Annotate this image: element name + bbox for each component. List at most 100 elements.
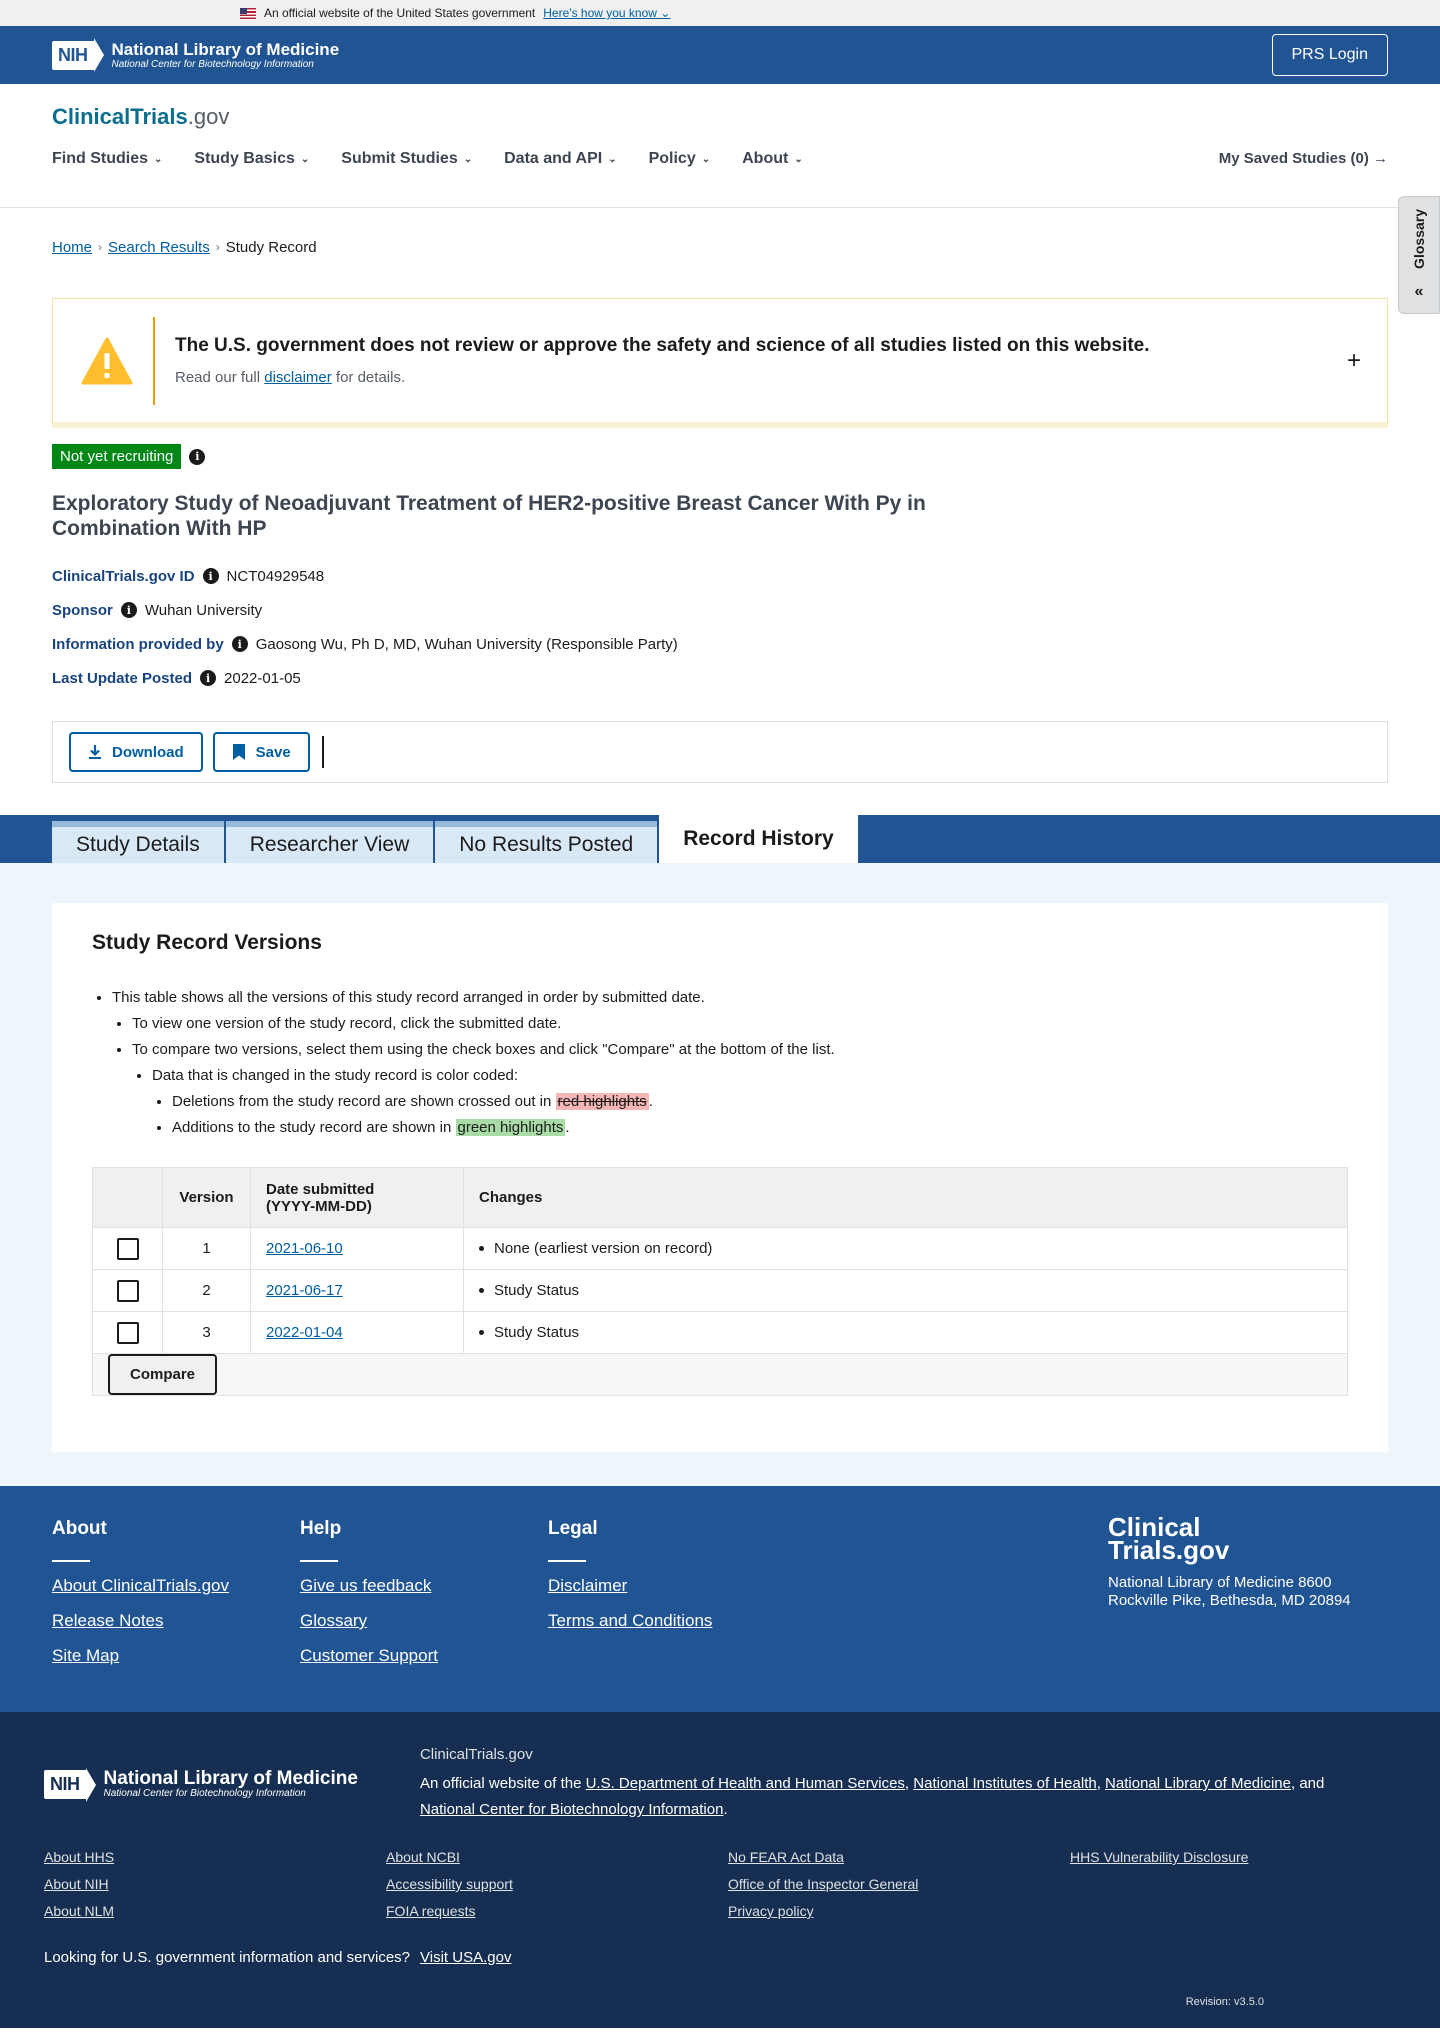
version-checkbox[interactable] bbox=[116, 1237, 139, 1260]
nav-data-api[interactable]: Data and API ⌄ bbox=[504, 150, 616, 168]
save-button[interactable]: Save bbox=[212, 732, 310, 772]
footer-link[interactable]: About HHS bbox=[44, 1849, 386, 1865]
nav-policy[interactable]: Policy ⌄ bbox=[649, 150, 711, 168]
meta-label-provider: Information provided by bbox=[52, 635, 224, 653]
info-icon[interactable]: i bbox=[231, 636, 248, 652]
header-changes: Changes bbox=[463, 1167, 1348, 1228]
version-checkbox[interactable] bbox=[116, 1279, 139, 1302]
nlm-footer: NIH National Library of Medicine Nationa… bbox=[0, 1712, 1440, 2028]
header-date: Date submitted (YYYY-MM-DD) bbox=[250, 1167, 464, 1228]
info-icon[interactable]: i bbox=[120, 602, 137, 618]
glossary-label: Glossary bbox=[1411, 209, 1427, 269]
versions-table: Version Date submitted (YYYY-MM-DD) Chang… bbox=[92, 1167, 1348, 1396]
site-footer: About About ClinicalTrials.gov Release N… bbox=[0, 1486, 1440, 1712]
footer-about: About About ClinicalTrials.gov Release N… bbox=[52, 1518, 300, 1712]
chevron-down-icon: ⌄ bbox=[463, 153, 473, 165]
green-highlight-sample: green highlights bbox=[455, 1119, 566, 1136]
footer-link[interactable]: Terms and Conditions bbox=[548, 1611, 796, 1631]
footer-link[interactable]: About ClinicalTrials.gov bbox=[52, 1576, 300, 1596]
info-icon[interactable]: i bbox=[202, 568, 219, 584]
nav-about[interactable]: About ⌄ bbox=[742, 150, 803, 168]
footer-link[interactable]: Customer Support bbox=[300, 1646, 548, 1666]
site-header: ClinicalTrials.gov Find Studies ⌄ Study B… bbox=[0, 84, 1440, 208]
footer-help: Help Give us feedback Glossary Customer … bbox=[300, 1518, 548, 1712]
tab-study-details[interactable]: Study Details bbox=[52, 821, 224, 863]
version-date-link[interactable]: 2021-06-10 bbox=[266, 1240, 343, 1257]
nlm-title: National Library of Medicine bbox=[111, 39, 340, 59]
nlm-link[interactable]: National Library of Medicine bbox=[1105, 1775, 1291, 1792]
usa-gov-line: Looking for U.S. government information … bbox=[44, 1949, 512, 1966]
tab-researcher-view[interactable]: Researcher View bbox=[225, 821, 434, 863]
info-icon[interactable]: i bbox=[189, 448, 206, 465]
clinicaltrials-logo[interactable]: ClinicalTrials.gov bbox=[52, 104, 1388, 130]
versions-title: Study Record Versions bbox=[92, 931, 322, 954]
breadcrumb-current: Study Record bbox=[225, 238, 317, 256]
action-bar: Download Save bbox=[52, 721, 1388, 783]
footer-link[interactable]: HHS Vulnerability Disclosure bbox=[1070, 1849, 1412, 1865]
meta-value-provider: Gaosong Wu, Ph D, MD, Wuhan University (… bbox=[255, 635, 678, 653]
hhs-link[interactable]: U.S. Department of Health and Human Serv… bbox=[586, 1775, 905, 1792]
study-title: Exploratory Study of Neoadjuvant Treatme… bbox=[52, 492, 926, 540]
nlm-logo[interactable]: NIH National Library of Medicine Nationa… bbox=[52, 38, 339, 72]
gov-banner-text: An official website of the United States… bbox=[264, 6, 536, 20]
study-record-versions: Study Record Versions This table shows a… bbox=[52, 903, 1388, 1452]
status-badge: Not yet recruiting bbox=[52, 444, 182, 469]
expand-plus-icon[interactable]: + bbox=[1347, 347, 1361, 375]
ncbi-link[interactable]: National Center for Biotechnology Inform… bbox=[420, 1801, 724, 1818]
glossary-tab[interactable]: Glossary « bbox=[1398, 196, 1440, 314]
tab-no-results-posted[interactable]: No Results Posted bbox=[435, 821, 658, 863]
meta-label-last-update: Last Update Posted bbox=[52, 669, 193, 687]
meta-label-id: ClinicalTrials.gov ID bbox=[52, 567, 195, 585]
nih-link[interactable]: National Institutes of Health bbox=[913, 1775, 1096, 1792]
my-saved-studies-link[interactable]: My Saved Studies (0) → bbox=[1219, 150, 1388, 168]
footer-link[interactable]: Privacy policy bbox=[728, 1903, 1070, 1919]
version-date-link[interactable]: 2021-06-17 bbox=[266, 1282, 343, 1299]
usa-gov-link[interactable]: Visit USA.gov bbox=[420, 1949, 511, 1966]
instruction-item: To compare two versions, select them usi… bbox=[132, 1037, 1348, 1063]
nih-logo-icon: NIH bbox=[44, 1767, 96, 1802]
warning-icon bbox=[81, 335, 133, 387]
footer-link[interactable]: About NCBI bbox=[386, 1849, 728, 1865]
footer-ct-logo[interactable]: Clinical Trials.gov bbox=[1108, 1514, 1378, 1563]
footer-link[interactable]: Office of the Inspector General bbox=[728, 1876, 1070, 1892]
prs-login-button[interactable]: PRS Login bbox=[1271, 34, 1388, 76]
nav-find-studies[interactable]: Find Studies ⌄ bbox=[52, 150, 162, 168]
download-button[interactable]: Download bbox=[69, 732, 203, 772]
disclaimer-link[interactable]: disclaimer bbox=[264, 369, 332, 386]
footer-brand: Clinical Trials.gov National Library of M… bbox=[1108, 1514, 1378, 1610]
main-nav: Find Studies ⌄ Study Basics ⌄ Submit Studi… bbox=[52, 150, 1388, 168]
chevron-down-icon: ⌄ bbox=[794, 153, 803, 165]
nav-submit-studies[interactable]: Submit Studies ⌄ bbox=[341, 150, 472, 168]
version-checkbox[interactable] bbox=[116, 1321, 139, 1344]
footer-link[interactable]: No FEAR Act Data bbox=[728, 1849, 1070, 1865]
heres-how-link[interactable]: Here's how you know ⌄ bbox=[543, 6, 670, 20]
breadcrumb-home[interactable]: Home bbox=[52, 239, 92, 256]
info-icon[interactable]: i bbox=[200, 670, 217, 686]
double-chevron-left-icon: « bbox=[1414, 283, 1424, 300]
footer-link[interactable]: Glossary bbox=[300, 1611, 548, 1631]
chevron-down-icon: ⌄ bbox=[608, 153, 617, 165]
study-tabs: Study Details Researcher View No Results… bbox=[0, 815, 1440, 863]
version-change: Study Status bbox=[479, 1282, 1332, 1299]
disclaimer-alert: The U.S. government does not review or a… bbox=[52, 298, 1388, 428]
tab-record-history[interactable]: Record History bbox=[659, 815, 858, 863]
footer-link[interactable]: About NLM bbox=[44, 1903, 386, 1919]
instruction-item: This table shows all the versions of thi… bbox=[112, 985, 1348, 1011]
footer-link[interactable]: FOIA requests bbox=[386, 1903, 728, 1919]
footer-link[interactable]: Release Notes bbox=[52, 1611, 300, 1631]
compare-button[interactable]: Compare bbox=[108, 1354, 218, 1395]
instruction-item: Additions to the study record are shown … bbox=[172, 1115, 1348, 1141]
footer-link[interactable]: About NIH bbox=[44, 1876, 386, 1892]
version-number: 3 bbox=[162, 1311, 251, 1354]
footer-link[interactable]: Accessibility support bbox=[386, 1876, 728, 1892]
footer-link[interactable]: Disclaimer bbox=[548, 1576, 796, 1596]
footer-nlm-logo[interactable]: NIH National Library of Medicine Nationa… bbox=[44, 1746, 358, 1823]
version-date-link[interactable]: 2022-01-04 bbox=[266, 1324, 343, 1341]
nav-study-basics[interactable]: Study Basics ⌄ bbox=[194, 150, 309, 168]
footer-link[interactable]: Site Map bbox=[52, 1646, 300, 1666]
red-highlight-sample: red highlights bbox=[555, 1093, 649, 1110]
chevron-right-icon: › bbox=[98, 240, 103, 254]
footer-link[interactable]: Give us feedback bbox=[300, 1576, 548, 1596]
instruction-item: Deletions from the study record are show… bbox=[172, 1089, 1348, 1115]
breadcrumb-search-results[interactable]: Search Results bbox=[108, 239, 210, 256]
